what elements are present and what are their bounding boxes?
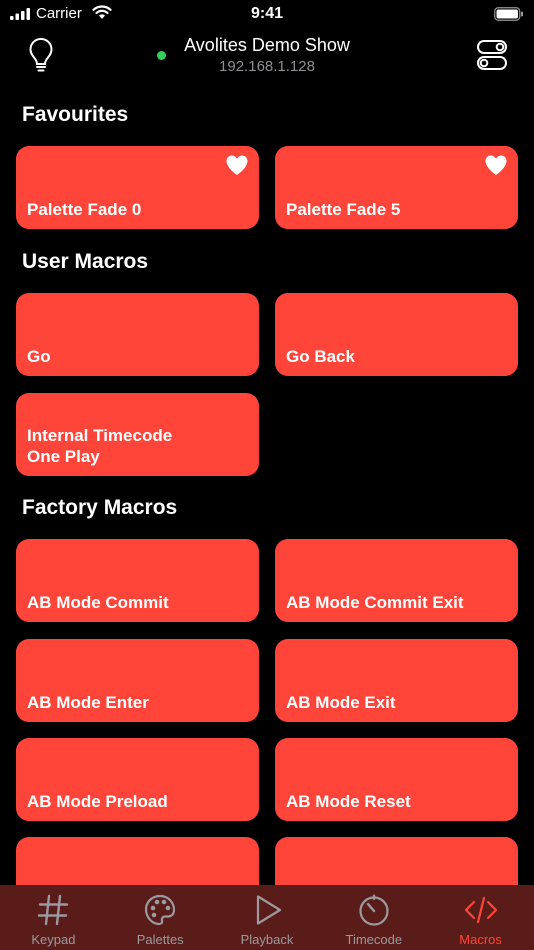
tab-timecode[interactable]: Timecode [320,885,427,950]
tab-macros[interactable]: Macros [427,885,534,950]
macro-label: Go Back [286,347,355,366]
macro-label: Palette Fade 0 [27,200,142,219]
tab-bar: Keypad Palettes Playback Timecode Macros [0,885,534,950]
timer-icon [359,894,389,926]
heart-icon[interactable] [225,154,249,176]
section-title-user-macros: User Macros [22,250,149,273]
section-title-favourites: Favourites [22,103,129,126]
macro-label: AB Mode Preload [27,792,168,811]
macro-tile[interactable]: Go Back [275,293,518,376]
macro-label: Internal Timecode One Play [27,426,173,466]
code-icon [464,896,497,924]
tab-label: Palettes [136,932,184,947]
macro-label: Go [27,347,51,366]
tab-label: Keypad [31,932,76,947]
macro-label: AB Mode Commit Exit [286,593,464,612]
macro-tile[interactable]: Go [16,293,259,376]
settings-toggles-icon[interactable] [474,37,510,73]
tab-label: Timecode [345,932,403,947]
status-bar: Carrier 9:41 [0,0,534,30]
tab-label: Macros [459,932,502,947]
macro-label: AB Mode Enter [27,693,149,712]
clock: 9:41 [250,5,284,22]
show-name: Avolites Demo Show [184,35,350,55]
battery-icon [494,7,523,21]
tab-playback[interactable]: Playback [214,885,321,950]
console-ip-address: 192.168.1.128 [219,58,315,75]
section-title-factory-macros: Factory Macros [22,496,178,519]
macro-tile[interactable]: Palette Fade 0 [16,146,259,229]
macro-tile[interactable]: AB Mode Commit [16,539,259,622]
macro-tile[interactable]: AB Mode Reset [275,738,518,821]
hash-icon [38,894,69,926]
tab-palettes[interactable]: Palettes [107,885,214,950]
app-header: Avolites Demo Show 192.168.1.128 [0,30,534,94]
tab-label: Playback [240,932,294,947]
palette-icon [145,894,176,926]
play-icon [256,895,282,925]
macro-label: AB Mode Exit [286,693,396,712]
macro-label: AB Mode Reset [286,792,411,811]
macro-tile[interactable]: Internal Timecode One Play [16,393,259,476]
macro-tile[interactable]: AB Mode Enter [16,639,259,722]
heart-icon[interactable] [484,154,508,176]
tab-keypad[interactable]: Keypad [0,885,107,950]
macro-tile[interactable]: Palette Fade 5 [275,146,518,229]
macro-tile[interactable]: AB Mode Preload [16,738,259,821]
macro-tile[interactable]: AB Mode Commit Exit [275,539,518,622]
macro-label: AB Mode Commit [27,593,169,612]
macro-label: Palette Fade 5 [286,200,401,219]
macro-tile[interactable]: AB Mode Exit [275,639,518,722]
